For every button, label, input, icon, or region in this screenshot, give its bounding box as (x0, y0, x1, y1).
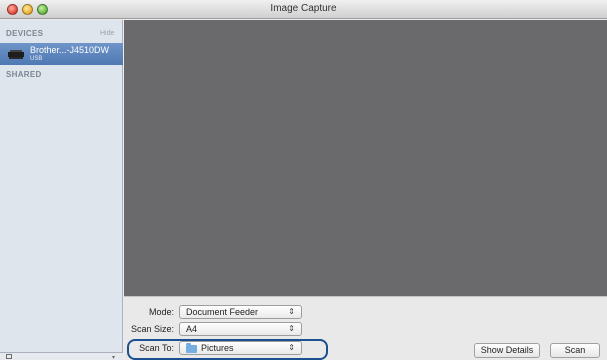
window-title: Image Capture (270, 3, 337, 14)
sidebar-footer: ▾ (0, 352, 123, 360)
chevron-updown-icon: ⇕ (288, 307, 295, 316)
mode-popup[interactable]: Document Feeder ⇕ (179, 305, 302, 319)
image-capture-window: Image Capture DEVICES Hide Brother...-J4… (0, 0, 607, 360)
device-browser-icon[interactable] (6, 354, 12, 359)
title-bar: Image Capture (0, 0, 607, 19)
scan-size-popup[interactable]: A4 ⇕ (179, 322, 302, 336)
mode-value: Document Feeder (186, 307, 259, 317)
scan-preview-area (124, 20, 607, 296)
devices-heading: DEVICES (6, 29, 44, 38)
scan-controls: Mode: Document Feeder ⇕ Scan Size: A4 ⇕ … (124, 296, 607, 360)
device-connection: USB (30, 56, 43, 62)
sidebar-item-scanner[interactable]: Brother...-J4510DW USB (0, 43, 123, 65)
mode-label: Mode: (148, 307, 174, 317)
scan-button[interactable]: Scan (550, 343, 600, 358)
sidebar: DEVICES Hide Brother...-J4510DW USB SHAR… (0, 20, 123, 360)
device-name: Brother...-J4510DW (30, 45, 110, 55)
show-details-button[interactable]: Show Details (474, 343, 540, 358)
scan-to-highlight (127, 339, 328, 360)
scanner-icon (8, 50, 24, 59)
chevron-down-icon[interactable]: ▾ (112, 354, 115, 360)
chevron-updown-icon: ⇕ (288, 324, 295, 333)
scan-size-value: A4 (186, 324, 198, 334)
hide-devices-link[interactable]: Hide (100, 30, 114, 37)
scan-size-label: Scan Size: (130, 324, 174, 334)
shared-heading: SHARED (6, 70, 42, 79)
